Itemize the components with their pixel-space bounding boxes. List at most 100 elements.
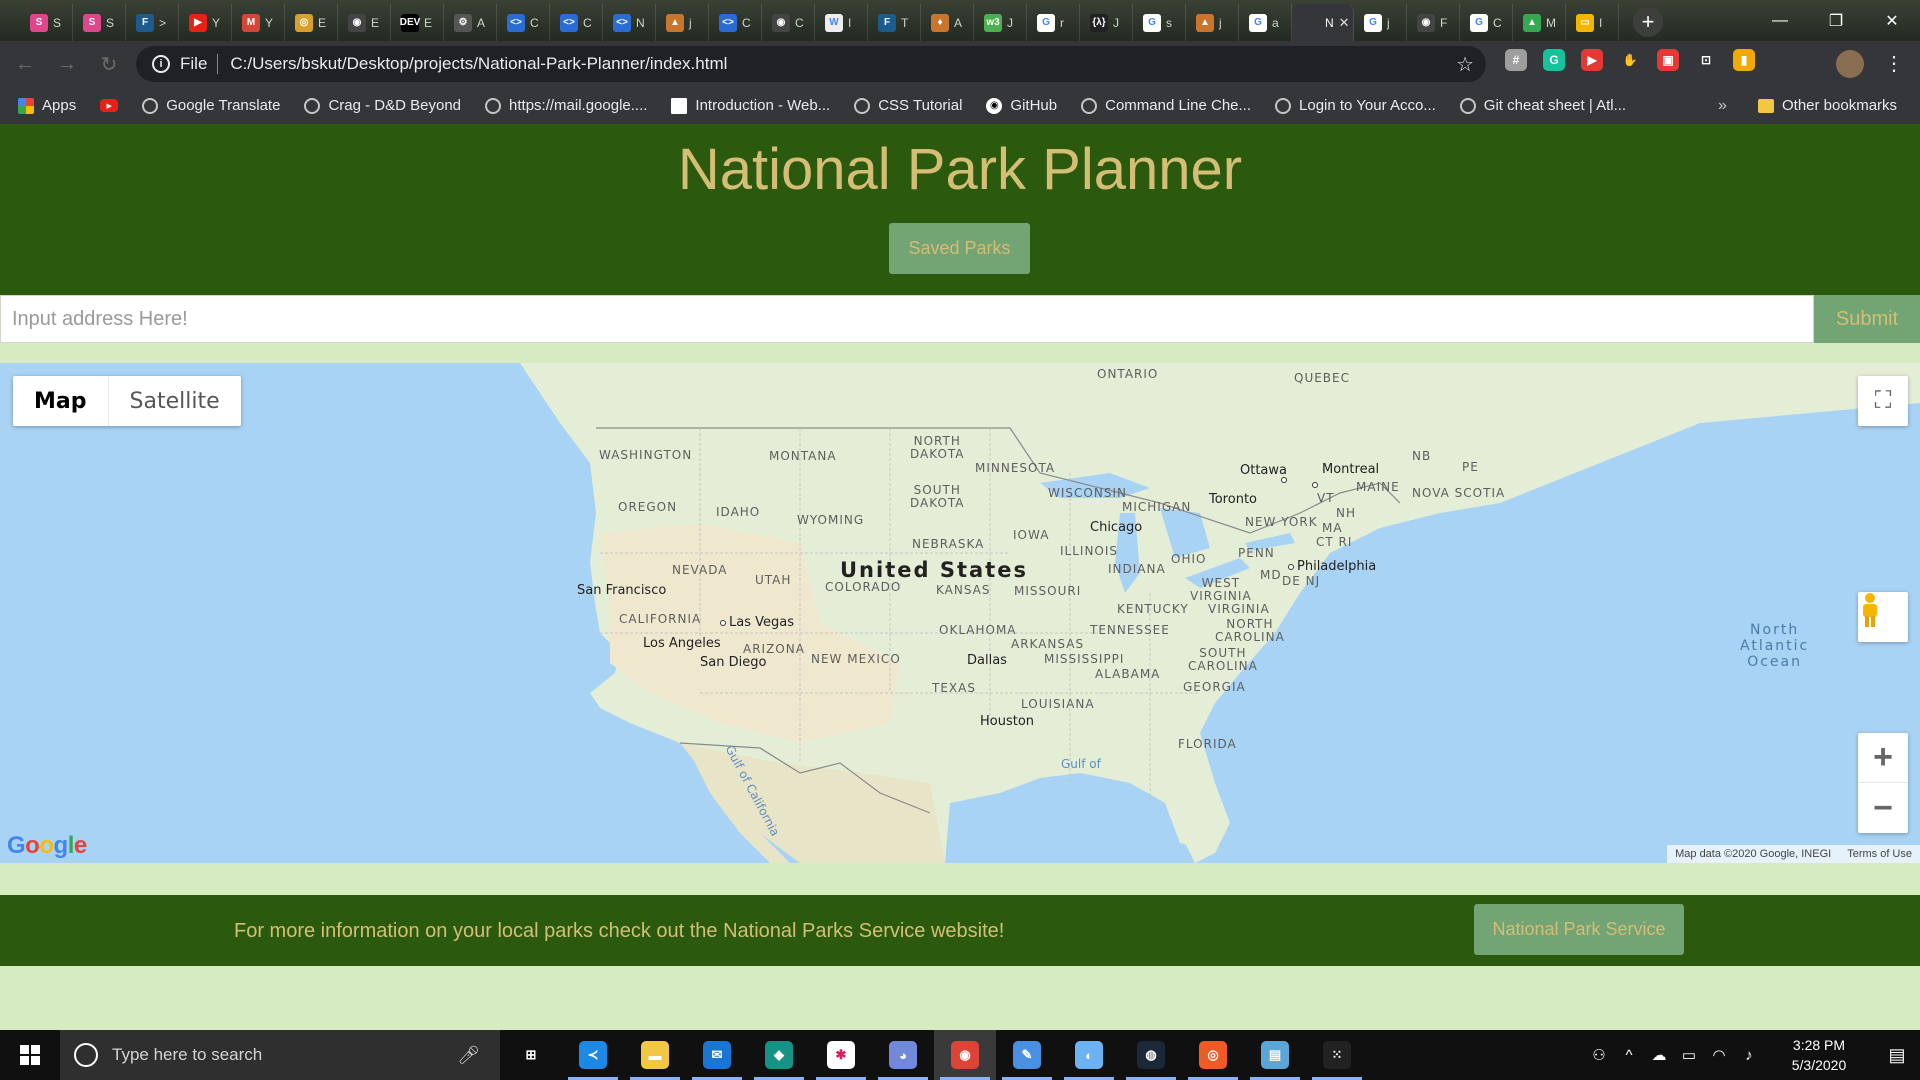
bookmark-command-line[interactable]: Command Line Che... bbox=[1081, 97, 1251, 114]
national-park-service-button[interactable]: National Park Service bbox=[1474, 904, 1684, 955]
restore-button[interactable]: ❐ bbox=[1808, 0, 1864, 41]
fullscreen-icon[interactable]: ⛶ bbox=[1858, 376, 1908, 426]
browser-tab[interactable]: FT bbox=[868, 4, 921, 41]
taskbar-app-slack[interactable]: ✱ bbox=[810, 1030, 872, 1080]
volume-icon[interactable]: ♪ bbox=[1734, 1047, 1764, 1064]
zoom-in-button[interactable]: + bbox=[1858, 733, 1908, 783]
zoom-out-button[interactable]: − bbox=[1858, 783, 1908, 833]
forward-icon[interactable]: → bbox=[50, 47, 84, 81]
google-map[interactable]: ONTARIO QUEBEC WASHINGTON MONTANA NORTH D… bbox=[0, 363, 1920, 863]
browser-tab[interactable]: DEV E bbox=[391, 4, 444, 41]
menu-icon[interactable]: ⋮ bbox=[1884, 51, 1904, 76]
terms-of-use-link[interactable]: Terms of Use bbox=[1839, 848, 1920, 860]
taskbar-app-task-view[interactable]: ⊞ bbox=[500, 1030, 562, 1080]
address-input[interactable] bbox=[0, 295, 1814, 343]
map-type-map-button[interactable]: Map bbox=[13, 376, 108, 426]
browser-tab[interactable]: SS bbox=[73, 4, 126, 41]
taskbar-app-file-explorer[interactable]: ▬ bbox=[624, 1030, 686, 1080]
map-type-satellite-button[interactable]: Satellite bbox=[107, 376, 241, 426]
browser-tab[interactable]: ◎ E bbox=[285, 4, 338, 41]
chart-extension-icon[interactable]: ▮ bbox=[1733, 49, 1755, 71]
saved-parks-button[interactable]: Saved Parks bbox=[889, 223, 1030, 274]
browser-tab[interactable]: ▭ I bbox=[1566, 4, 1619, 41]
minimize-button[interactable]: — bbox=[1752, 0, 1808, 41]
browser-tab[interactable]: ◉ C bbox=[762, 4, 815, 41]
bookmark-google-translate[interactable]: Google Translate bbox=[142, 97, 280, 114]
bookmark-login[interactable]: Login to Your Acco... bbox=[1275, 97, 1436, 114]
browser-tab[interactable]: GC bbox=[1460, 4, 1513, 41]
browser-tab[interactable]: ♦ A bbox=[921, 4, 974, 41]
taskbar-app-dots-app[interactable]: ⁙ bbox=[1306, 1030, 1368, 1080]
browser-tab[interactable]: MY bbox=[232, 4, 285, 41]
browser-tab[interactable]: <> C bbox=[550, 4, 603, 41]
bookmark-star-icon[interactable]: ☆ bbox=[1456, 52, 1474, 77]
street-view-pegman-icon[interactable] bbox=[1858, 592, 1908, 642]
browser-tab[interactable]: <> C bbox=[709, 4, 762, 41]
browser-tab[interactable]: ▲ j bbox=[1186, 4, 1239, 41]
bookmarks-overflow-button[interactable]: » bbox=[1718, 97, 1727, 115]
bookmark-youtube[interactable]: ▶ bbox=[100, 99, 119, 112]
browser-tab[interactable]: SS bbox=[20, 4, 73, 41]
action-center-icon[interactable]: ▤ bbox=[1874, 1045, 1920, 1066]
bookmark-apps[interactable]: Apps bbox=[18, 97, 76, 114]
browser-tab[interactable]: ⚙ A bbox=[444, 4, 497, 41]
url-text[interactable]: C:/Users/bskut/Desktop/projects/National… bbox=[230, 54, 727, 74]
bookmark-crag[interactable]: Crag - D&D Beyond bbox=[304, 97, 461, 114]
new-tab-button[interactable]: + bbox=[1633, 7, 1663, 37]
browser-tab[interactable]: Gs bbox=[1133, 4, 1186, 41]
browser-tab[interactable]: ◉ E bbox=[338, 4, 391, 41]
browser-tab[interactable]: <> N bbox=[603, 4, 656, 41]
taskbar-app-mail[interactable]: ✉ bbox=[686, 1030, 748, 1080]
browser-tab[interactable]: w3 J bbox=[974, 4, 1027, 41]
show-hidden-icons-chevron[interactable]: ^ bbox=[1614, 1047, 1644, 1064]
bookmark-intro-web[interactable]: Introduction - Web... bbox=[671, 97, 830, 114]
browser-tab[interactable]: Gj bbox=[1354, 4, 1407, 41]
wifi-icon[interactable]: ◠ bbox=[1704, 1046, 1734, 1064]
other-bookmarks[interactable]: Other bookmarks bbox=[1758, 97, 1897, 114]
people-icon[interactable]: ⚇ bbox=[1584, 1046, 1614, 1064]
taskbar-app-postman[interactable]: ◎ bbox=[1182, 1030, 1244, 1080]
browser-tab[interactable]: WI bbox=[815, 4, 868, 41]
extension-hash-icon[interactable]: # bbox=[1505, 49, 1527, 71]
browser-tab[interactable]: ▲ M bbox=[1513, 4, 1566, 41]
grammarly-icon[interactable]: G bbox=[1543, 49, 1565, 71]
taskbar-app-palette[interactable]: ◐ bbox=[1058, 1030, 1120, 1080]
taskbar-app-gitkraken[interactable]: ◆ bbox=[748, 1030, 810, 1080]
taskbar-app-paint[interactable]: ✎ bbox=[996, 1030, 1058, 1080]
battery-icon[interactable]: ▭ bbox=[1674, 1046, 1704, 1064]
browser-tab[interactable]: {λ} J bbox=[1080, 4, 1133, 41]
submit-button[interactable]: Submit bbox=[1814, 295, 1920, 343]
taskbar-app-steam[interactable]: ◍ bbox=[1120, 1030, 1182, 1080]
browser-tab[interactable]: ◉ F bbox=[1407, 4, 1460, 41]
onedrive-icon[interactable]: ☁ bbox=[1644, 1046, 1674, 1064]
site-info-icon[interactable]: i bbox=[152, 55, 170, 73]
taskbar-clock[interactable]: 3:28 PM 5/3/2020 bbox=[1774, 1035, 1864, 1075]
resize-icon[interactable]: ⊡ bbox=[1695, 49, 1717, 71]
browser-tab[interactable]: ▲ j bbox=[656, 4, 709, 41]
browser-tab[interactable]: Ga bbox=[1239, 4, 1292, 41]
browser-tab[interactable]: Gr bbox=[1027, 4, 1080, 41]
taskbar-app-chrome[interactable]: ◉ bbox=[934, 1030, 996, 1080]
address-bar[interactable]: i File C:/Users/bskut/Desktop/projects/N… bbox=[136, 46, 1486, 82]
browser-tab[interactable]: ▶ Y bbox=[179, 4, 232, 41]
back-icon[interactable]: ← bbox=[8, 47, 42, 81]
close-tab-icon[interactable]: ✕ bbox=[1339, 15, 1350, 31]
browser-tab[interactable]: F > bbox=[126, 4, 179, 41]
bookmark-mail-google[interactable]: https://mail.google.... bbox=[485, 97, 647, 114]
gift-icon[interactable]: ▣ bbox=[1657, 49, 1679, 71]
bookmark-css-tutorial[interactable]: CSS Tutorial bbox=[854, 97, 962, 114]
start-button[interactable] bbox=[0, 1030, 60, 1080]
bookmark-github[interactable]: ◉ GitHub bbox=[986, 97, 1057, 114]
screen-recorder-icon[interactable]: ▶ bbox=[1581, 49, 1603, 71]
bookmark-git-cheat[interactable]: Git cheat sheet | Atl... bbox=[1459, 97, 1626, 114]
google-logo[interactable]: Google bbox=[7, 832, 87, 860]
profile-avatar[interactable] bbox=[1836, 50, 1864, 78]
taskbar-search[interactable]: Type here to search 🎤︎ bbox=[60, 1030, 500, 1080]
reload-icon[interactable]: ↻ bbox=[92, 47, 126, 81]
taskbar-app-discord[interactable]: ◕ bbox=[872, 1030, 934, 1080]
browser-tab[interactable]: N ✕ bbox=[1292, 4, 1354, 41]
close-window-button[interactable]: ✕ bbox=[1864, 0, 1920, 41]
microphone-icon[interactable]: 🎤︎ bbox=[457, 1045, 480, 1066]
browser-tab[interactable]: <> C bbox=[497, 4, 550, 41]
taskbar-app-notepad[interactable]: ▤ bbox=[1244, 1030, 1306, 1080]
